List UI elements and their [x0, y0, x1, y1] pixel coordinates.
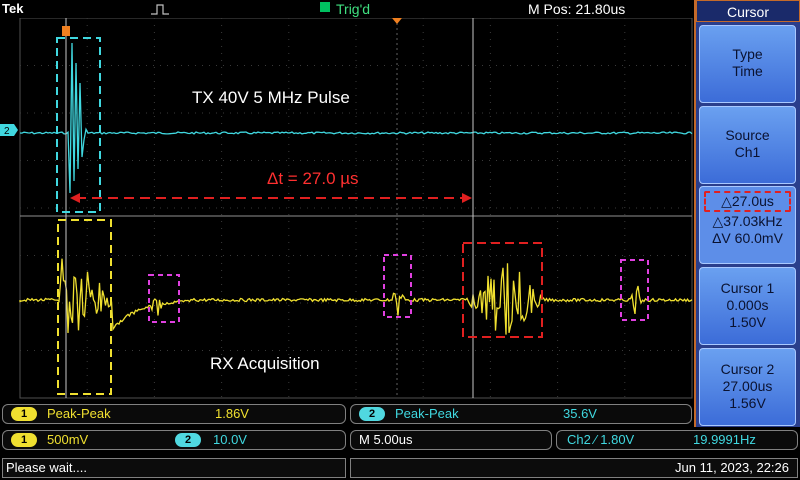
cursor-delta-readout: △27.0us △37.03kHz ΔV 60.0mV [699, 186, 796, 264]
ch2-marker-label: 2 [4, 126, 10, 137]
status-message: Please wait.... [2, 458, 346, 478]
timebase: M 5.00us [359, 432, 413, 447]
measurement-2[interactable]: 2 Peak-Peak 35.6V [350, 404, 692, 424]
delta-t-arrow-right [462, 193, 472, 203]
trigger-status: Trig'd [336, 1, 371, 17]
delta-voltage: ΔV 60.0mV [712, 230, 783, 246]
cursor1-voltage: 1.50V [729, 314, 766, 330]
delta-t-arrow-left [70, 193, 80, 203]
source-value: Ch1 [734, 144, 761, 160]
ch1-badge: 1 [11, 407, 37, 421]
ch1-scale-badge: 1 [11, 433, 37, 447]
cursor-source-button[interactable]: Source Ch1 [699, 106, 796, 184]
cursor2-time: 27.00us [722, 378, 773, 394]
cursor1-label: Cursor 1 [720, 280, 775, 296]
cursor1-time: 0.000s [726, 297, 769, 313]
top-status-bar: Tek Trig'd M Pos: 21.80us [0, 0, 694, 18]
trigger-indicator-icon [320, 2, 330, 12]
channel-scale-readout[interactable]: 1 500mV 2 10.0V [2, 430, 346, 450]
type-value: Time [732, 63, 763, 79]
status-bar: Please wait.... Jun 11, 2023, 22:26 [0, 456, 800, 480]
type-label: Type [732, 46, 763, 62]
delta-time: △27.0us [704, 191, 791, 212]
waveform-graticule: 2 [0, 18, 693, 399]
cursor-2-button[interactable]: Cursor 2 27.00us 1.56V [699, 348, 796, 426]
cursor2-label: Cursor 2 [720, 361, 775, 377]
ch1-scale: 500mV [47, 432, 89, 447]
status-datetime-box: Jun 11, 2023, 22:26 [350, 458, 798, 478]
trigger-setting: Ch2 ∕ 1.80V [567, 432, 635, 447]
trigger-readout[interactable]: Ch2 ∕ 1.80V 19.9991Hz [556, 430, 798, 450]
cursor2-voltage: 1.56V [729, 395, 766, 411]
ch2-badge: 2 [359, 407, 385, 421]
ch1-trigger-marker [62, 26, 70, 36]
measurement-1[interactable]: 1 Peak-Peak 1.86V [2, 404, 346, 424]
rx-annotation: RX Acquisition [210, 354, 320, 373]
artifact-box-1 [148, 274, 180, 323]
tx-annotation: TX 40V 5 MHz Pulse [192, 88, 350, 107]
measurement-1-type: Peak-Peak [47, 406, 111, 421]
horizontal-position: M Pos: 21.80us [528, 1, 626, 17]
measurement-2-value: 35.6V [563, 406, 597, 421]
cursor-type-button[interactable]: Type Time [699, 25, 796, 103]
brand-logo: Tek [2, 1, 24, 16]
measurement-1-value: 1.86V [215, 406, 249, 421]
status-datetime: Jun 11, 2023, 22:26 [675, 460, 789, 475]
measurement-2-type: Peak-Peak [395, 406, 459, 421]
trigger-position-marker [392, 18, 402, 24]
ch2-scale: 10.0V [213, 432, 247, 447]
waveform-display[interactable]: 2 TX 40V 5 MHz Pulse RX Acquisition Δt =… [0, 18, 694, 400]
cursor-side-menu: Cursor Type Time Source Ch1 △27.0us △37.… [694, 0, 800, 427]
timebase-readout[interactable]: M 5.00us [350, 430, 552, 450]
cursor-1-button[interactable]: Cursor 1 0.000s 1.50V [699, 267, 796, 345]
ch2-scale-badge: 2 [175, 433, 201, 447]
trigger-frequency: 19.9991Hz [693, 432, 756, 447]
source-label: Source [725, 127, 770, 143]
graticule-grid [20, 18, 692, 398]
delta-t-annotation: Δt = 27.0 µs [267, 169, 359, 188]
delta-frequency: △37.03kHz [712, 213, 783, 229]
menu-title: Cursor [696, 0, 800, 22]
